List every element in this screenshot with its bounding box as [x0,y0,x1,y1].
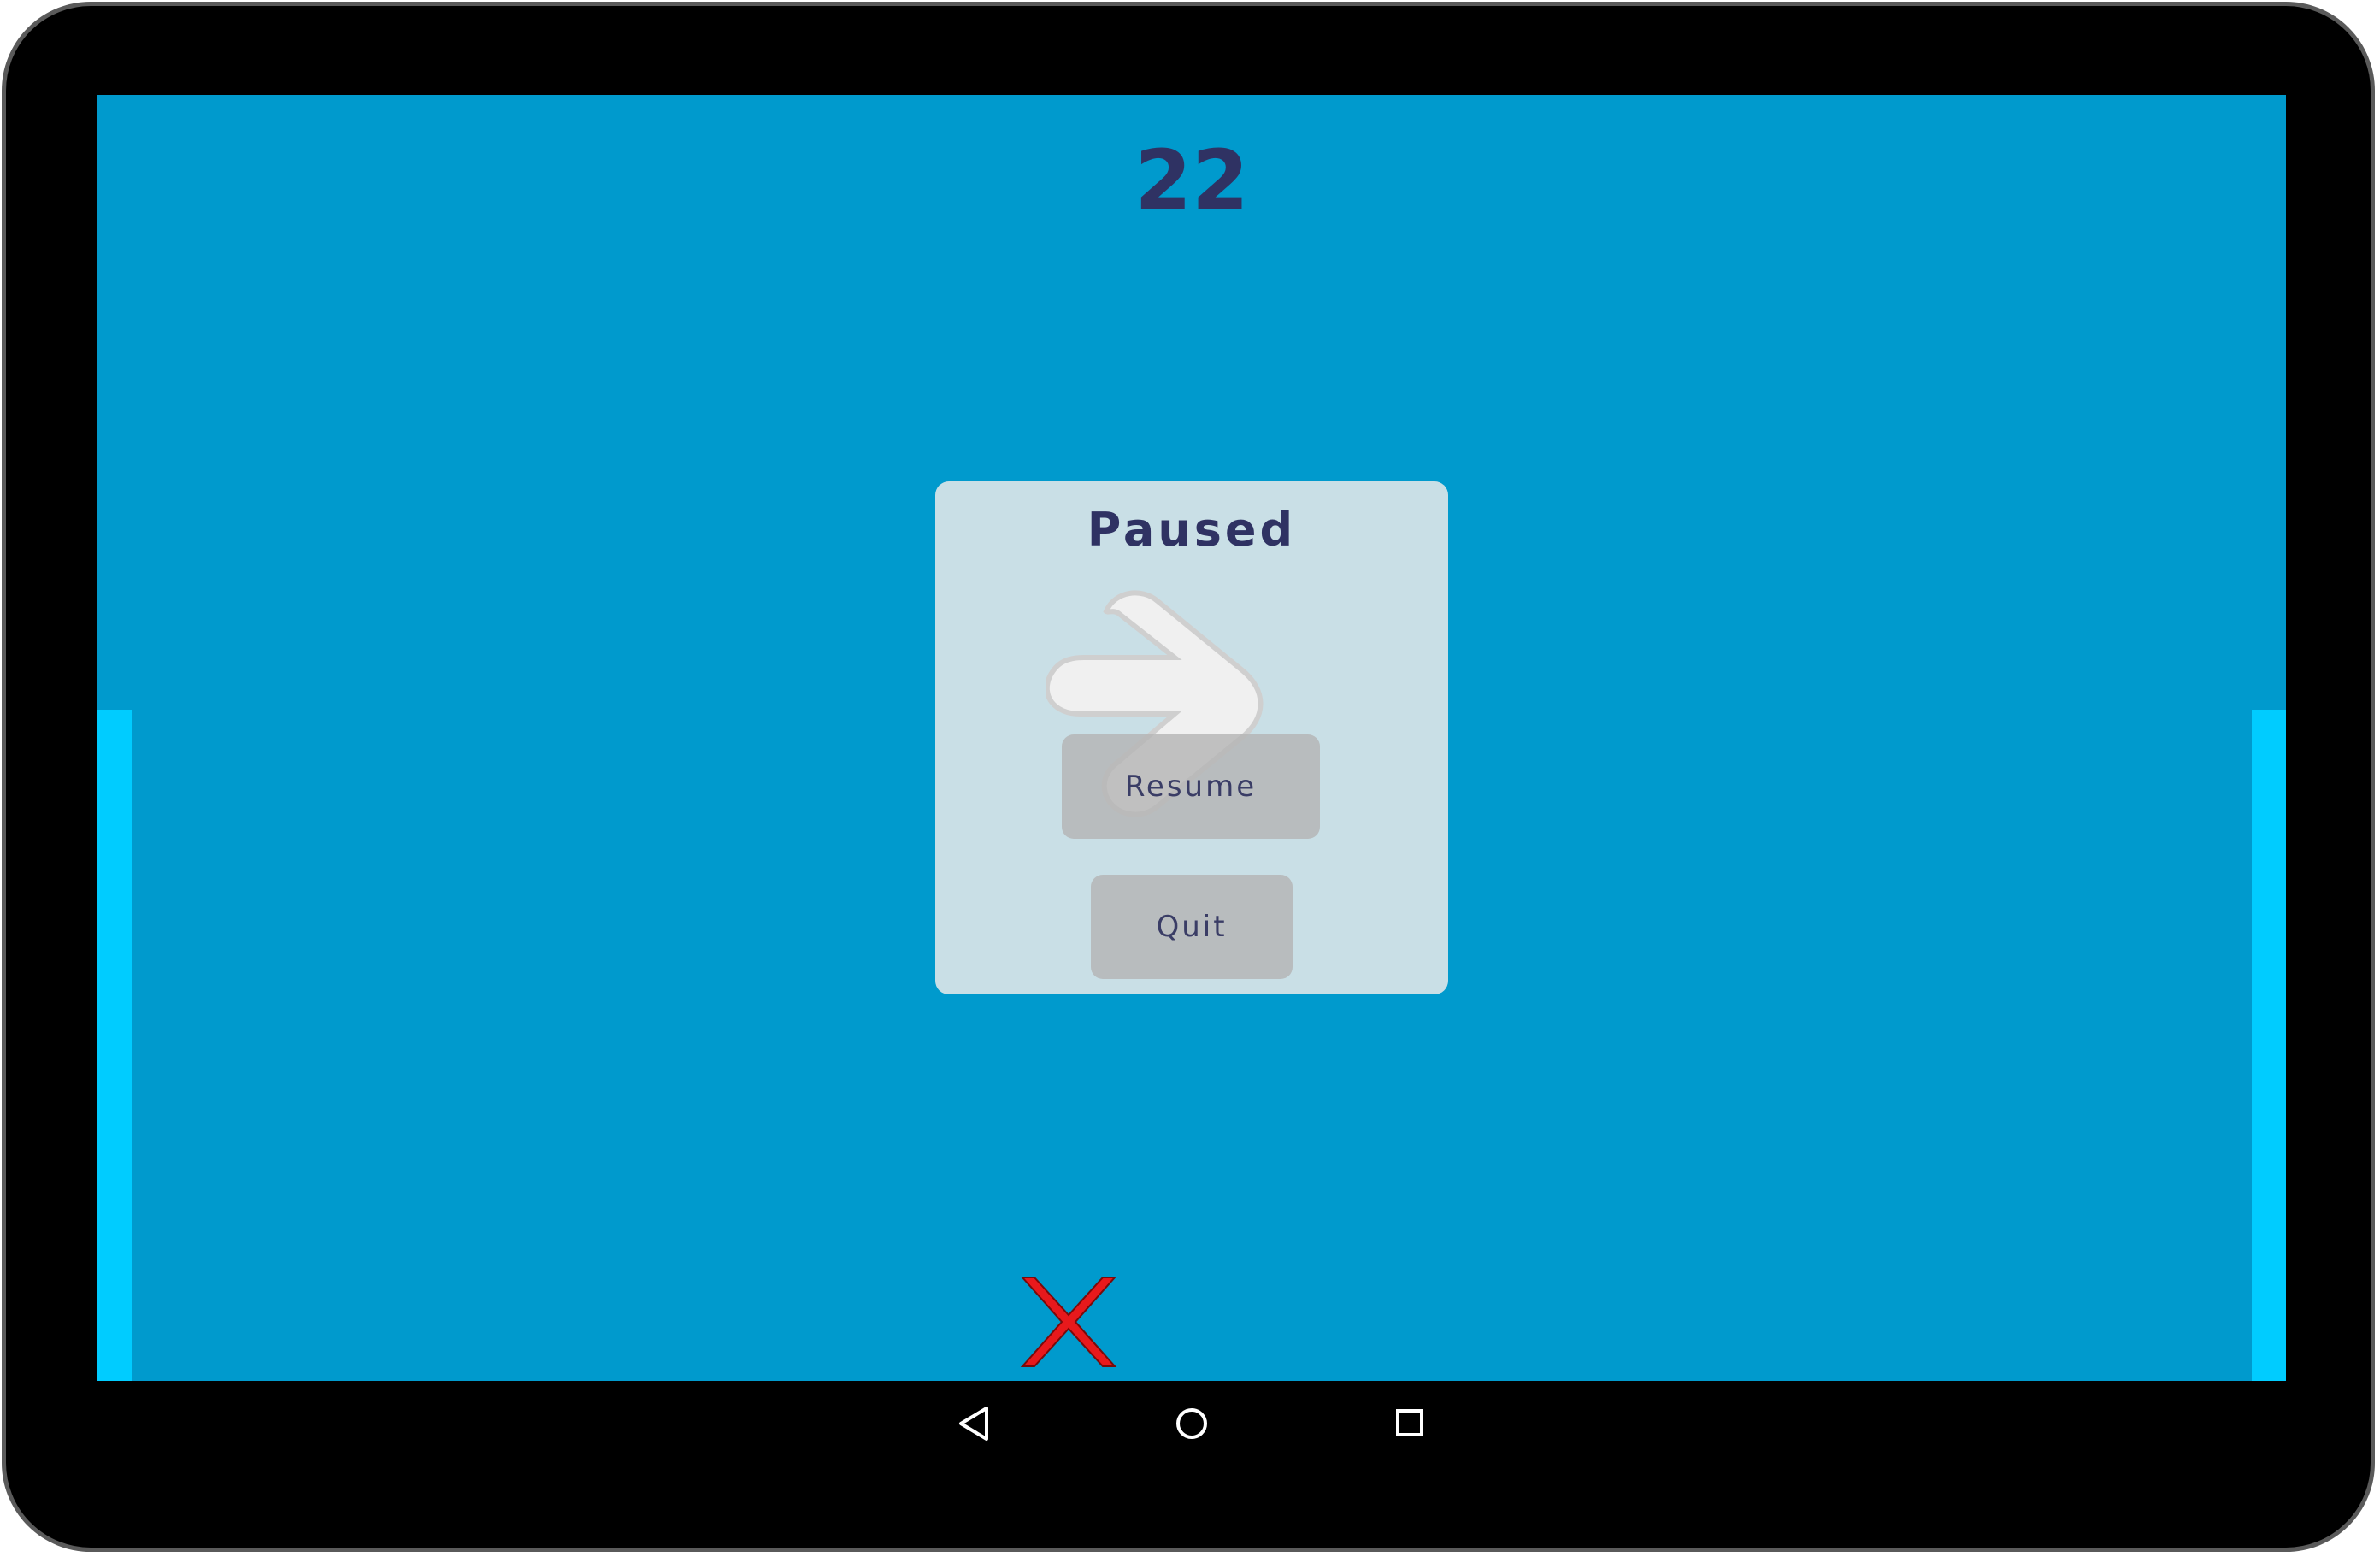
pause-dialog: Paused Resume Quit [935,481,1448,994]
quit-button[interactable]: Quit [1091,875,1293,979]
left-paddle [97,710,132,1381]
pause-title: Paused [1087,503,1297,557]
back-triangle-icon[interactable] [949,1398,1000,1449]
game-screen[interactable]: 22 Paused Resume Quit [97,95,2286,1381]
score-display: 22 [1134,133,1249,228]
resume-button[interactable]: Resume [1062,734,1320,839]
android-nav-bar [97,1381,2286,1466]
red-x-icon [1020,1277,1117,1367]
recents-square-icon[interactable] [1385,1398,1436,1449]
home-circle-icon[interactable] [1166,1398,1217,1449]
right-paddle [2252,710,2286,1381]
